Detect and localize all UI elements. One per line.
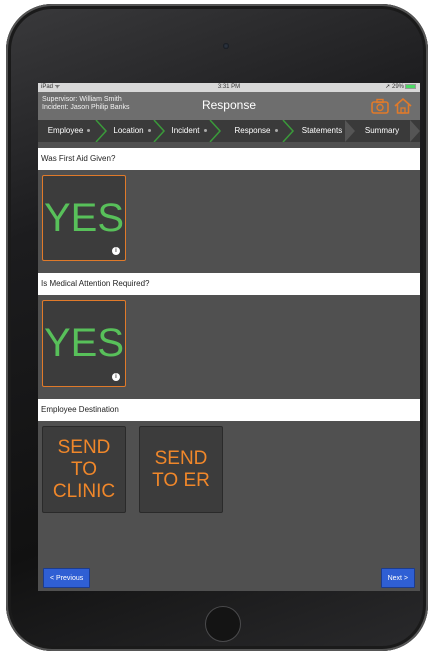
step-location[interactable]: Location [104, 120, 160, 142]
ipad-device: iPad ᯤ 3:31 PM ➚ 29% Supervisor: William… [6, 4, 428, 651]
status-time: 3:31 PM [217, 84, 241, 90]
front-camera [223, 43, 229, 49]
app-screen: iPad ᯤ 3:31 PM ➚ 29% Supervisor: William… [38, 83, 420, 591]
info-icon[interactable]: i [112, 373, 120, 381]
medical-attention-yes-label: YES [43, 321, 125, 365]
home-hardware-button[interactable] [205, 606, 241, 642]
battery-icon [405, 83, 416, 89]
info-icon[interactable]: i [112, 247, 120, 255]
question-medical-attention: Is Medical Attention Required? [38, 273, 420, 295]
status-bar: iPad ᯤ 3:31 PM ➚ 29% [38, 83, 420, 92]
next-button[interactable]: Next > [380, 568, 415, 588]
step-summary[interactable]: Summary [356, 120, 408, 142]
send-to-clinic-button[interactable]: SEND TO CLINIC [42, 426, 126, 513]
status-battery: ➚ 29% [385, 83, 416, 92]
app-header: Supervisor: William Smith Incident: Jaso… [38, 92, 420, 120]
send-to-clinic-label: SEND TO CLINIC [52, 436, 116, 502]
question-first-aid: Was First Aid Given? [38, 148, 420, 170]
step-response[interactable]: Response [226, 120, 286, 142]
step-statements[interactable]: Statements [296, 120, 348, 142]
previous-button[interactable]: < Previous [43, 568, 91, 588]
home-icon[interactable] [392, 96, 414, 116]
camera-icon[interactable] [369, 96, 391, 116]
page-title: Response [201, 98, 257, 112]
first-aid-yes-button[interactable]: YES i [42, 175, 126, 261]
employee-destination-label: Employee Destination [38, 399, 420, 421]
step-incident[interactable]: Incident [162, 120, 216, 142]
send-to-er-button[interactable]: SEND TO ER [139, 426, 223, 513]
first-aid-yes-label: YES [43, 195, 125, 240]
step-navigation: Employee Location Incident Response Stat… [38, 120, 420, 142]
medical-attention-yes-button[interactable]: YES i [42, 300, 126, 387]
step-employee[interactable]: Employee [40, 120, 98, 142]
send-to-er-label: SEND TO ER [152, 447, 210, 491]
